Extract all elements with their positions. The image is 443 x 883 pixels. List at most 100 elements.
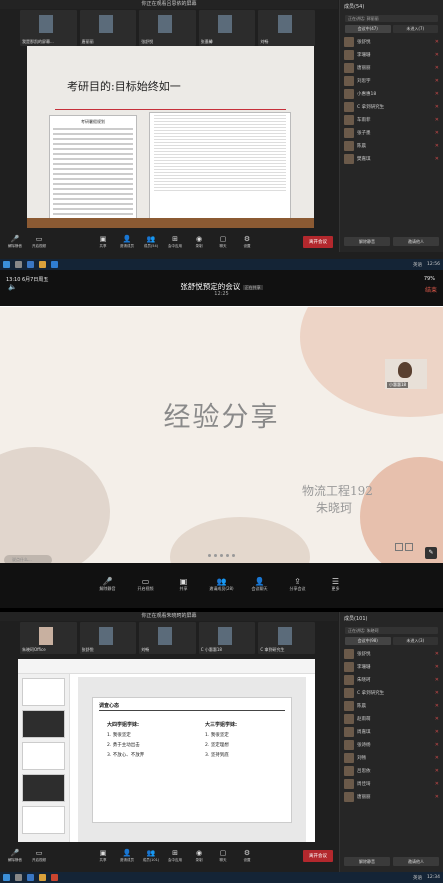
participant-item[interactable]: 吕思依 ✕ [340, 764, 443, 777]
tab-not-joined[interactable]: 未进入(7) [392, 25, 438, 33]
search-icon[interactable] [15, 874, 22, 881]
browser-icon[interactable] [27, 874, 34, 881]
leave-meeting-button[interactable]: 离开会议 [303, 236, 333, 248]
mute-button[interactable]: 🎤 解除静音 [5, 235, 25, 249]
participant-item[interactable]: 李珊珊 ✕ [340, 48, 443, 61]
video-thumb[interactable]: 张墨馨 [198, 10, 256, 46]
folder-icon[interactable] [39, 874, 46, 881]
chat-button[interactable]: ▢ 聊天 [213, 849, 233, 863]
more-button[interactable]: ☰ 更多 [321, 577, 351, 608]
meeting-app-icon[interactable] [51, 261, 58, 268]
camera-icon: ▭ [35, 849, 43, 857]
unmute-all-button[interactable]: 解除静音 [344, 237, 390, 246]
share-meeting-button[interactable]: ⇪ 分享会议 [283, 577, 313, 608]
apps-button[interactable]: ⊞ 会中应用 [165, 849, 185, 863]
browser-icon[interactable] [27, 261, 34, 268]
participant-item[interactable]: C 拿到研究生 ✕ [340, 100, 443, 113]
members-button[interactable]: 👥 成员(54) [141, 235, 161, 249]
slide-thumb[interactable] [22, 710, 65, 738]
participant-item[interactable]: 朱晓珂 ✕ [340, 673, 443, 686]
video-thumb[interactable]: C 小惠惠18 [198, 622, 256, 654]
invite-others-button[interactable]: 邀请他人 [393, 237, 439, 246]
video-thumb[interactable]: 张舒悦 [139, 10, 196, 46]
invite-others-button[interactable]: 邀请他人 [393, 857, 439, 866]
end-button[interactable]: 结束 [425, 285, 437, 294]
speaking-indicator: 正在讲话: 郭丽丽 [345, 15, 438, 22]
video-thumb[interactable]: 刘畅 [258, 10, 315, 46]
mic-muted-icon: ✕ [434, 129, 439, 136]
participant-item[interactable]: 樊嘉琪 ✕ [340, 152, 443, 165]
document-image: 考研暑假规划 [49, 115, 137, 219]
members-button[interactable]: 👥 成员(101) [141, 849, 161, 863]
participant-item[interactable]: 唐丽丽 ✕ [340, 61, 443, 74]
meeting-title[interactable]: 张舒悦预定的会议 [180, 282, 240, 291]
slide-thumb[interactable] [22, 774, 65, 802]
share-button[interactable]: ▣ 共享 [169, 577, 199, 608]
participant-item[interactable]: 张诗杨 ✕ [340, 738, 443, 751]
participant-item[interactable]: 车雨菲 ✕ [340, 113, 443, 126]
video-button[interactable]: ▭ 开启视频 [29, 235, 49, 249]
video-thumb[interactable]: 刘畅 [139, 622, 196, 654]
slide-thumb[interactable] [22, 678, 65, 706]
mic-muted-icon: ✕ [434, 780, 439, 787]
current-slide[interactable]: 调查心态 大四学姐学妹: 1. 我很坚定 2. 勇于主动出击 3. 不放心、不放… [92, 697, 292, 823]
start-icon[interactable] [3, 261, 10, 268]
record-button[interactable]: ◉ 录制 [189, 849, 209, 863]
mute-button[interactable]: 🎤 解除静音 [93, 577, 123, 608]
settings-button[interactable]: ⚙ 设置 [237, 849, 257, 863]
slide-thumb[interactable] [22, 806, 65, 834]
invite-button[interactable]: 👤 邀请成员 [117, 235, 137, 249]
tab-in-meeting[interactable]: 会议中(47) [345, 25, 391, 33]
invite-button[interactable]: 👥 邀请成员(28) [207, 577, 237, 608]
participant-item[interactable]: 陈晨 ✕ [340, 699, 443, 712]
share-button[interactable]: ▣ 共享 [93, 849, 113, 863]
participant-item[interactable]: C 拿到研究生 ✕ [340, 686, 443, 699]
chat-input[interactable]: 说点什么... [4, 555, 52, 563]
folder-icon[interactable] [39, 261, 46, 268]
annotate-icon[interactable]: ✎ [425, 547, 437, 559]
record-button[interactable]: ◉ 录制 [189, 235, 209, 249]
video-button[interactable]: ▭ 开启视频 [131, 577, 161, 608]
video-thumb[interactable]: 张舒悦 [79, 622, 137, 654]
spreadsheet-image [149, 112, 291, 220]
participant-item[interactable]: 刘思宇 ✕ [340, 74, 443, 87]
settings-button[interactable]: ⚙ 设置 [237, 235, 257, 249]
leave-meeting-button[interactable]: 离开会议 [303, 850, 333, 862]
start-icon[interactable] [3, 874, 10, 881]
participant-item[interactable]: 周嘉琪 ✕ [340, 725, 443, 738]
participant-item[interactable]: 赵雨萌 ✕ [340, 712, 443, 725]
participant-item[interactable]: 张舒悦 ✕ [340, 647, 443, 660]
chat-icon: ▢ [219, 235, 227, 243]
participant-item[interactable]: 周佳琦 ✕ [340, 777, 443, 790]
participant-item[interactable]: 张舒悦 ✕ [340, 35, 443, 48]
panel-screen-share-1: 你正在观看吕思依的屏幕 24:03 我是那凯的屏幕... 唐丽丽 张舒悦 张墨馨… [0, 0, 443, 270]
participant-item[interactable]: 刘畅 ✕ [340, 751, 443, 764]
unmute-all-button[interactable]: 解除静音 [344, 857, 390, 866]
tab-in-meeting[interactable]: 会议中(98) [345, 637, 391, 645]
panel-title: 成员(54) [344, 3, 365, 10]
slide-thumb[interactable] [22, 742, 65, 770]
participant-item[interactable]: 小惠惠18 ✕ [340, 87, 443, 100]
video-thumb[interactable]: 我是那凯的屏幕... [20, 10, 77, 46]
apps-button[interactable]: ⊞ 会中应用 [165, 235, 185, 249]
search-icon[interactable] [15, 261, 22, 268]
self-camera[interactable]: 小惠惠18 [385, 359, 427, 389]
tab-not-joined[interactable]: 未进入(3) [392, 637, 438, 645]
participant-item[interactable]: 李珊珊 ✕ [340, 660, 443, 673]
chat-button[interactable]: 👤 会议聊天 [245, 577, 275, 608]
share-button[interactable]: ▣ 共享 [93, 235, 113, 249]
video-thumb[interactable]: C 拿到研究生 [258, 622, 315, 654]
participant-item[interactable]: 张子墨 ✕ [340, 126, 443, 139]
video-thumb[interactable]: 朱晓珂Office [20, 622, 77, 654]
participant-item[interactable]: 唐丽丽 ✕ [340, 790, 443, 803]
mute-button[interactable]: 🎤 解除静音 [5, 849, 25, 863]
chat-button[interactable]: ▢ 聊天 [213, 235, 233, 249]
slide-divider [55, 109, 286, 110]
office-icon[interactable] [51, 874, 58, 881]
view-toggle[interactable] [395, 543, 413, 551]
video-thumb[interactable]: 唐丽丽 [79, 10, 137, 46]
app-ribbon[interactable] [18, 659, 315, 674]
invite-button[interactable]: 👤 邀请成员 [117, 849, 137, 863]
video-button[interactable]: ▭ 开启视频 [29, 849, 49, 863]
participant-item[interactable]: 陈晨 ✕ [340, 139, 443, 152]
